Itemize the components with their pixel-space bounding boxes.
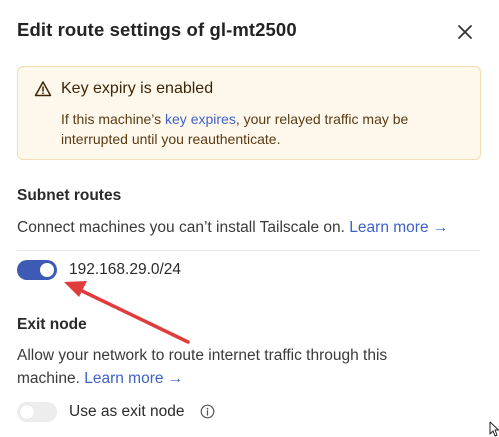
close-icon [458,25,472,39]
subnet-routes-learn-more-link[interactable]: Learn more → [349,219,448,236]
exit-node-description: Allow your network to route internet tra… [17,344,437,390]
exit-node-learn-more-link[interactable]: Learn more → [84,370,183,387]
exit-node-description-text: Allow your network to route internet tra… [17,347,388,387]
subnet-routes-title: Subnet routes [17,187,122,204]
toggle-knob [20,405,34,419]
exit-node-toggle-label: Use as exit node [69,403,185,420]
subnet-route-toggle[interactable] [17,260,57,280]
edit-route-settings-dialog: Edit route settings of gl-mt2500 Key exp… [0,0,499,437]
exit-node-title: Exit node [17,316,87,333]
info-icon[interactable] [200,404,215,419]
warning-title: Key expiry is enabled [61,80,214,97]
dialog-title: Edit route settings of gl-mt2500 [17,19,297,40]
warning-body-prefix: If this machine’s [61,111,166,127]
subnet-route-cidr: 192.168.29.0/24 [69,261,182,278]
key-expiry-warning: Key expiry is enabled If this machine’s … [17,66,481,160]
divider [17,250,480,251]
close-button[interactable] [455,22,475,42]
subnet-routes-description-text: Connect machines you can’t install Tails… [17,219,345,236]
key-expires-link[interactable]: key expires [165,111,236,127]
exit-node-toggle[interactable] [17,402,57,422]
subnet-routes-description: Connect machines you can’t install Tails… [17,216,487,239]
warning-body: If this machine’s key expires, your rela… [61,109,461,149]
warning-triangle-icon [34,81,52,97]
toggle-knob [40,263,54,277]
mouse-cursor-icon [489,421,499,437]
